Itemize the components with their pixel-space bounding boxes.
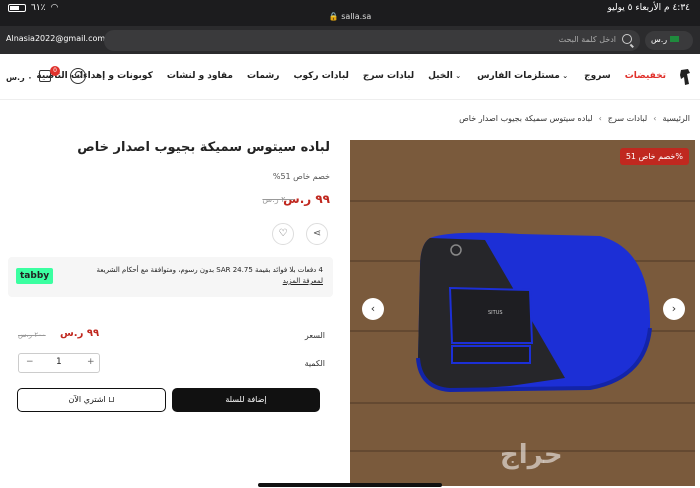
currency-label: ر.س <box>651 35 668 44</box>
product-gallery[interactable]: SITUS خصم خاص 51% ‹ › حراج <box>350 140 695 486</box>
sale-badge: خصم خاص 51% <box>619 148 689 165</box>
url-text: salla.sa <box>341 12 372 21</box>
nav-item-label: الخيل <box>428 71 453 81</box>
cart-icon: ⊔ <box>108 395 115 404</box>
price-label: السعر <box>304 331 325 340</box>
tabby-logo: tabby <box>16 268 54 284</box>
wishlist-button[interactable]: ♡ <box>272 223 294 245</box>
cart-total[interactable]: ٠ ر.س <box>6 73 32 82</box>
plus-icon[interactable]: + <box>87 357 95 367</box>
chevron-left-icon: › <box>653 114 657 123</box>
search-icon <box>622 34 632 44</box>
watermark-logo: حراج <box>500 440 563 470</box>
horse-logo-icon[interactable] <box>678 68 692 86</box>
saddle-pad-image: SITUS <box>416 232 652 393</box>
breadcrumb-category[interactable]: لبادات سرج <box>608 114 647 123</box>
user-icon[interactable] <box>70 68 86 84</box>
chevron-down-icon: ⌄ <box>452 72 462 80</box>
buy-now-label: اشتري الآن <box>68 395 106 404</box>
product-old-price: ٢٠٠ ر.س <box>262 195 294 204</box>
buybox-price: ٩٩ ر.س <box>60 328 100 339</box>
gallery-next-button[interactable]: › <box>663 298 685 320</box>
nav-item-saddles[interactable]: سروج <box>584 71 611 81</box>
tabby-description: 4 دفعات بلا فوائد بقيمة SAR 24.75 بدون ر… <box>96 266 323 274</box>
share-button[interactable]: ⋖ <box>306 223 328 245</box>
heart-icon: ♡ <box>278 228 288 239</box>
nav-item-saddle-pads[interactable]: لبادات سرج <box>363 71 414 81</box>
nav-item-sale[interactable]: تخفيضات <box>625 71 666 81</box>
discount-text: خصم خاص 51% <box>272 172 330 181</box>
tabby-text: 4 دفعات بلا فوائد بقيمة SAR 24.75 بدون ر… <box>68 265 323 287</box>
buy-now-button[interactable]: اشتري الآن ⊔ <box>17 388 166 412</box>
tabby-installments: tabby 4 دفعات بلا فوائد بقيمة SAR 24.75 … <box>8 257 333 297</box>
status-bar: ٦١٪ ◠ ٤:٣٤ م الأربعاء ٥ يوليو 🔒 salla.sa <box>0 0 700 26</box>
minus-icon[interactable]: − <box>26 357 34 367</box>
buybox-old-price: ٢٠٠ ر.س <box>18 331 46 339</box>
currency-selector[interactable]: ر.س <box>645 31 693 50</box>
nav-item-rider-supplies[interactable]: مستلزمات الفارس ⌄ <box>477 71 570 81</box>
page: تخفيضات سروج مستلزمات الفارس ⌄ الخيل ⌄ ل… <box>0 54 700 488</box>
breadcrumb-home[interactable]: الرئيسية <box>662 114 690 123</box>
chevron-left-icon: › <box>598 114 602 123</box>
nav-item-horses[interactable]: الخيل ⌄ <box>428 71 463 81</box>
search-placeholder: ادخل كلمة البحث <box>558 35 616 44</box>
nav-item-label: مستلزمات الفارس <box>477 71 560 81</box>
nav-item-riding-pads[interactable]: لبادات ركوب <box>293 71 348 81</box>
quantity-stepper[interactable]: − 1 + <box>18 353 100 373</box>
pad-logo-text: SITUS <box>488 310 503 316</box>
floor-line <box>350 402 695 404</box>
breadcrumb: الرئيسية › لبادات سرج › لباده سيتوس سميك… <box>459 114 690 123</box>
top-bar: Alnasia2022@gmail.com ادخل كلمة البحث ر.… <box>0 26 700 54</box>
quantity-label: الكمية <box>304 359 325 368</box>
main-nav: تخفيضات سروج مستلزمات الفارس ⌄ الخيل ⌄ ل… <box>0 54 700 100</box>
battery-icon <box>8 4 26 12</box>
nav-menu: تخفيضات سروج مستلزمات الفارس ⌄ الخيل ⌄ ل… <box>36 71 666 81</box>
floor-line <box>350 200 695 202</box>
share-icon: ⋖ <box>312 228 322 239</box>
nav-item-leads[interactable]: مقاود و لنشات <box>167 71 233 81</box>
quantity-value[interactable]: 1 <box>56 357 62 367</box>
lock-icon: 🔒 <box>328 12 339 21</box>
url-bar[interactable]: 🔒 salla.sa <box>0 12 700 21</box>
buy-box: السعر ٩٩ ر.س ٢٠٠ ر.س الكمية − 1 + إضافة … <box>8 318 333 426</box>
saudi-flag-icon <box>670 36 680 42</box>
nav-item-bridles[interactable]: رشمات <box>247 71 280 81</box>
gallery-prev-button[interactable]: ‹ <box>362 298 384 320</box>
chevron-down-icon: ⌄ <box>559 72 569 80</box>
search-input[interactable]: ادخل كلمة البحث <box>104 30 640 51</box>
home-indicator[interactable] <box>258 483 442 487</box>
add-to-cart-button[interactable]: إضافة للسلة <box>172 388 320 412</box>
user-email: Alnasia2022@gmail.com <box>6 34 106 43</box>
product-title: لباده سيتوس سميكة بجيوب اصدار خاص <box>77 140 330 155</box>
cart-count-badge: 0 <box>50 66 60 76</box>
breadcrumb-current: لباده سيتوس سميكة بجيوب اصدار خاص <box>459 114 593 123</box>
tabby-learn-more-link[interactable]: لمعرفة المزيد <box>283 277 323 285</box>
